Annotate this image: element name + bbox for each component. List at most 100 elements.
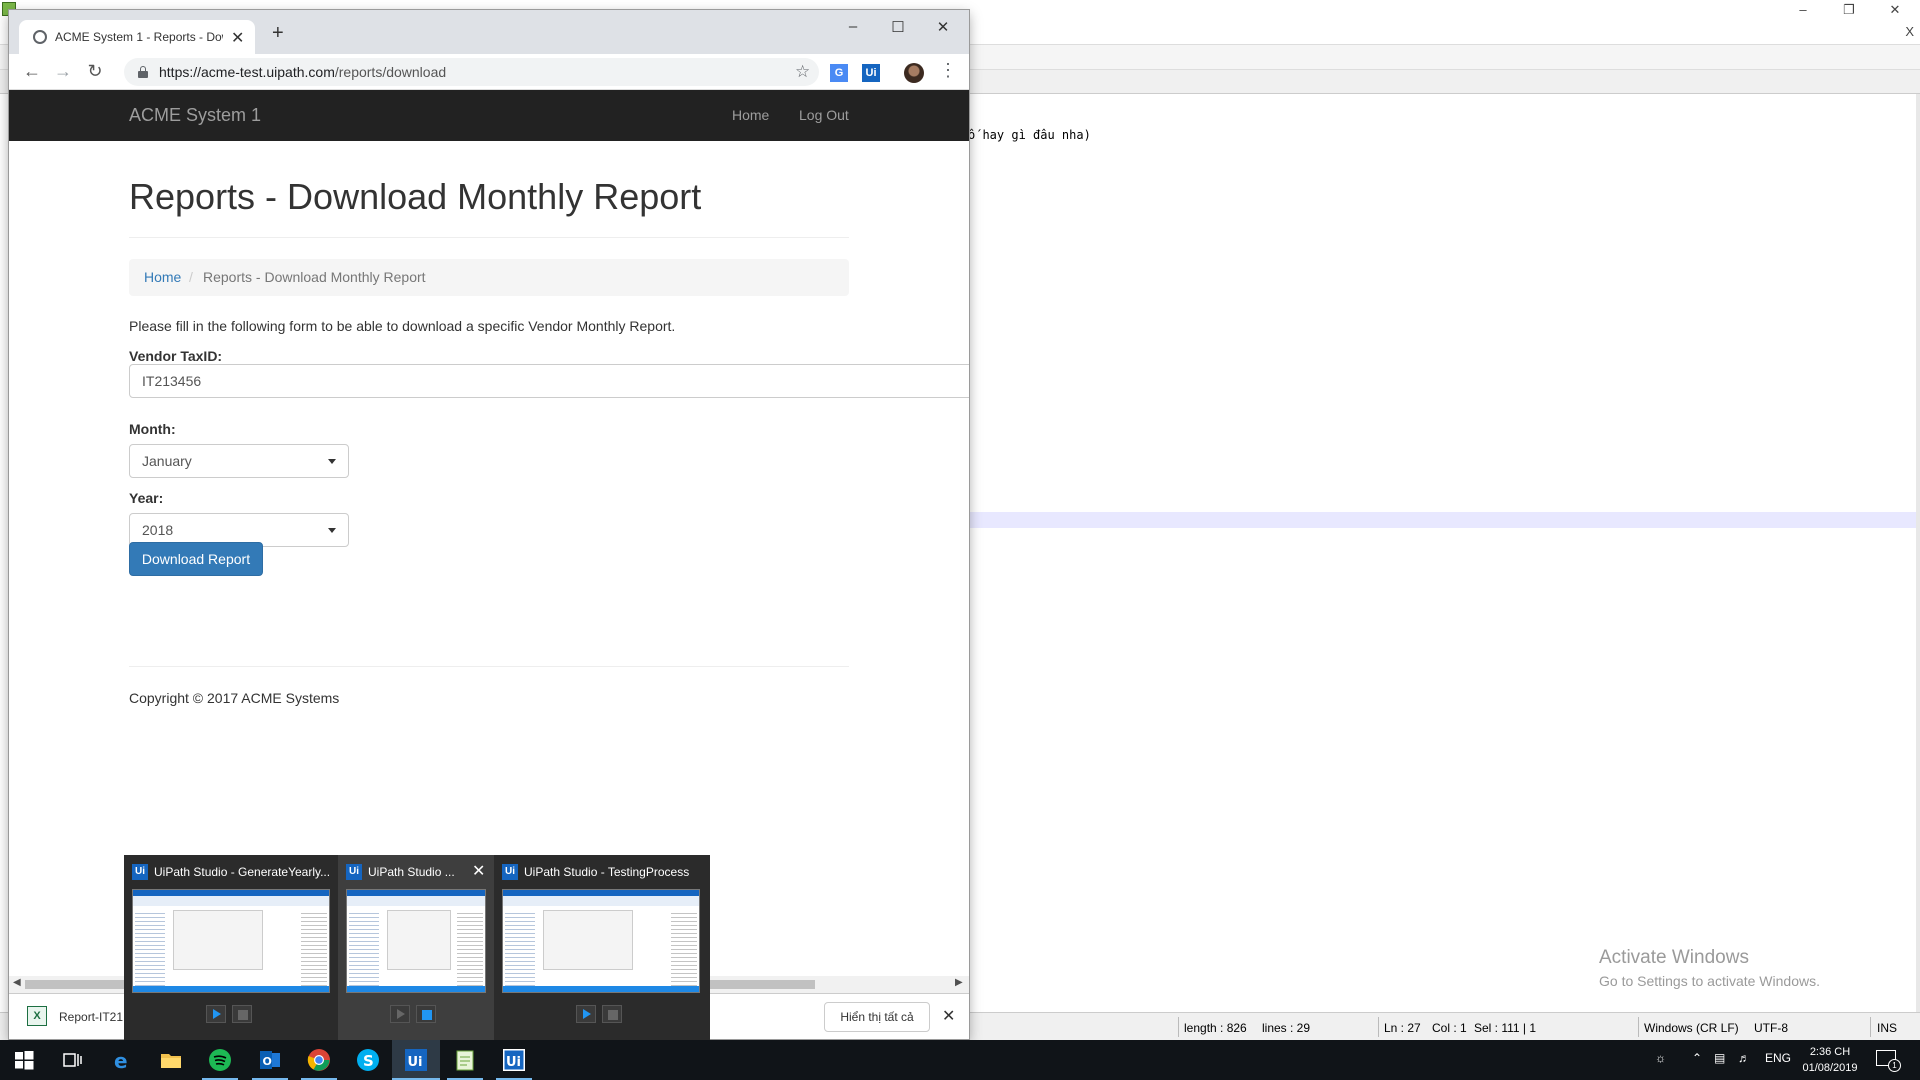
download-file-name[interactable]: Report-IT21 xyxy=(59,1010,123,1024)
menu-kebab-icon[interactable]: ⋮ xyxy=(939,60,957,81)
thumbnail-generate-yearly[interactable]: Ui UiPath Studio - GenerateYearly... xyxy=(124,855,338,1040)
system-clock[interactable]: 2:36 CH 01/08/2019 xyxy=(1792,1044,1868,1076)
show-hidden-icons-icon[interactable]: ⌃ xyxy=(1692,1051,1702,1065)
forward-icon[interactable]: → xyxy=(52,61,74,82)
footer-copyright: Copyright © 2017 ACME Systems xyxy=(129,690,340,706)
notepad-vertical-scrollbar[interactable] xyxy=(1916,94,1920,1012)
input-language[interactable]: ENG xyxy=(1765,1051,1791,1065)
run-icon[interactable] xyxy=(576,1005,596,1023)
nav-link-home[interactable]: Home xyxy=(732,107,769,123)
breadcrumb-separator: / xyxy=(189,269,193,285)
download-report-button[interactable]: Download Report xyxy=(129,542,263,576)
notepad-plus-plus-icon xyxy=(456,1050,474,1071)
month-selected-value: January xyxy=(142,453,192,469)
run-icon[interactable] xyxy=(390,1005,410,1023)
restore-icon[interactable]: ❐ xyxy=(1826,0,1872,22)
taskbar-spotify[interactable] xyxy=(196,1040,244,1080)
chevron-down-icon xyxy=(328,459,336,464)
new-tab-icon[interactable]: + xyxy=(272,22,284,45)
start-button[interactable] xyxy=(0,1040,48,1080)
scroll-right-icon[interactable]: ▶ xyxy=(955,977,963,988)
run-icon[interactable] xyxy=(206,1005,226,1023)
chevron-down-icon xyxy=(328,528,336,533)
footer-divider xyxy=(129,666,849,667)
minimize-icon[interactable]: – xyxy=(833,18,873,35)
status-eol: Windows (CR LF) xyxy=(1644,1021,1739,1035)
status-insert-mode: INS xyxy=(1877,1021,1898,1035)
status-separator xyxy=(1178,1017,1179,1037)
vendor-taxid-label: Vendor TaxID: xyxy=(129,348,223,364)
windows-logo-icon xyxy=(15,1051,34,1070)
close-icon[interactable]: ✕ xyxy=(1872,0,1918,22)
vendor-taxid-value: IT213456 xyxy=(142,373,202,389)
stop-icon[interactable] xyxy=(232,1005,252,1023)
browser-tab-acme[interactable]: ACME System 1 - Reports - Download Month… xyxy=(19,20,255,54)
task-view-button[interactable] xyxy=(48,1040,96,1080)
thumbnail-header: Ui UiPath Studio ... xyxy=(346,863,455,881)
task-view-icon xyxy=(63,1053,82,1067)
svg-text:O: O xyxy=(263,1055,272,1068)
taskbar-notepad-plus-plus[interactable] xyxy=(441,1040,489,1080)
svg-text:e: e xyxy=(114,1049,128,1072)
thumbnail-header: Ui UiPath Studio - TestingProcess xyxy=(502,863,689,881)
minimize-icon[interactable]: – xyxy=(1780,0,1826,22)
action-center-icon[interactable]: 1 xyxy=(1876,1050,1901,1072)
network-icon[interactable]: ▤ xyxy=(1714,1051,1725,1065)
window-preview-image[interactable] xyxy=(346,889,486,993)
nav-link-logout[interactable]: Log Out xyxy=(799,107,849,123)
form-instructions: Please fill in the following form to be … xyxy=(129,318,676,334)
month-select[interactable]: January xyxy=(129,444,349,478)
status-length: length : 826 xyxy=(1184,1021,1247,1035)
status-column: Col : 1 xyxy=(1432,1021,1467,1035)
close-tab-icon[interactable]: ✕ xyxy=(231,28,244,48)
window-preview-image[interactable] xyxy=(502,889,700,993)
taskbar-chrome[interactable] xyxy=(295,1040,343,1080)
close-document-icon[interactable]: X xyxy=(1905,24,1914,39)
profile-avatar[interactable] xyxy=(904,63,924,83)
taskbar-outlook[interactable]: O xyxy=(246,1040,294,1080)
breadcrumb-home-link[interactable]: Home xyxy=(144,269,181,285)
people-icon[interactable]: ☼ xyxy=(1655,1051,1666,1065)
taskbar-skype[interactable]: S xyxy=(344,1040,392,1080)
url-host: https://acme-test.uipath.com xyxy=(159,64,335,80)
excel-file-icon: X xyxy=(27,1006,47,1026)
address-bar[interactable]: https://acme-test.uipath.com/reports/dow… xyxy=(124,58,819,86)
uipath-extension-icon[interactable]: Ui xyxy=(862,64,880,82)
close-window-icon[interactable]: ✕ xyxy=(923,18,963,36)
scroll-left-icon[interactable]: ◀ xyxy=(13,977,21,988)
site-brand[interactable]: ACME System 1 xyxy=(129,105,261,126)
taskbar-edge[interactable]: e xyxy=(98,1040,146,1080)
page-title: Reports - Download Monthly Report xyxy=(129,176,702,217)
back-icon[interactable]: ← xyxy=(21,61,43,82)
volume-icon[interactable]: ♬ xyxy=(1738,1051,1750,1065)
bookmark-star-icon[interactable]: ☆ xyxy=(795,62,810,82)
taskbar-thumbnail-preview: Ui UiPath Studio - GenerateYearly... Ui Ui… xyxy=(124,855,710,1040)
close-thumbnail-icon[interactable]: ✕ xyxy=(472,861,485,881)
thumbnail-uipath-studio[interactable]: Ui UiPath Studio ... ✕ xyxy=(338,855,494,1040)
taskbar-file-explorer[interactable] xyxy=(147,1040,195,1080)
taskbar-uipath-robot[interactable]: Ui xyxy=(490,1040,538,1080)
thumbnail-testing-process[interactable]: Ui UiPath Studio - TestingProcess xyxy=(494,855,710,1040)
globe-icon xyxy=(33,30,47,44)
lock-icon xyxy=(138,66,148,78)
stop-icon[interactable] xyxy=(602,1005,622,1023)
close-download-shelf-icon[interactable]: ✕ xyxy=(942,1006,955,1026)
vendor-taxid-input[interactable]: IT213456 xyxy=(129,364,969,398)
show-all-downloads-button[interactable]: Hiển thị tất cả xyxy=(824,1002,930,1032)
reload-icon[interactable]: ↻ xyxy=(84,61,106,82)
maximize-icon[interactable]: ☐ xyxy=(878,18,918,36)
folder-icon xyxy=(161,1054,181,1068)
uipath-icon: Ui xyxy=(405,1049,427,1071)
svg-text:Ui: Ui xyxy=(506,1055,521,1070)
windows-taskbar: e O S Ui Ui ☼ ⌃ ▤ ♬ ENG 2:36 CH 01/08/20… xyxy=(0,1040,1920,1080)
status-lines: lines : 29 xyxy=(1262,1021,1311,1035)
breadcrumb: Home / Reports - Download Monthly Report xyxy=(129,259,849,296)
outlook-icon: O xyxy=(260,1051,280,1069)
tab-title: ACME System 1 - Reports - Download Month… xyxy=(55,30,223,44)
taskbar-uipath-studio[interactable]: Ui xyxy=(392,1040,440,1080)
activate-windows-subtitle: Go to Settings to activate Windows. xyxy=(1599,973,1820,989)
translate-icon[interactable]: G xyxy=(830,64,848,82)
window-preview-image[interactable] xyxy=(132,889,330,993)
site-navbar: ACME System 1 Home Log Out xyxy=(9,90,969,141)
stop-icon[interactable] xyxy=(416,1005,436,1023)
